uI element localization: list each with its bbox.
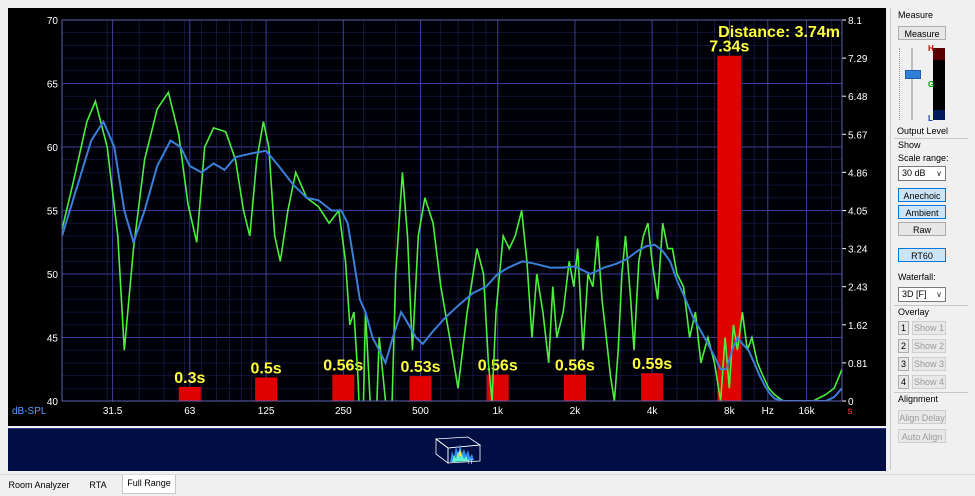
right-tick-label: 4.86 [848, 168, 868, 179]
overlay-2-number[interactable]: 2 [898, 339, 909, 353]
y-tick-label: 55 [47, 207, 59, 218]
x-tick-label: 1k [492, 406, 504, 417]
rt60-bar-label: 0.3s [174, 370, 205, 387]
meter-good-label: G [928, 80, 935, 89]
overlay-1-show-button[interactable]: Show 1 [912, 321, 946, 335]
rt60-bar[interactable] [332, 374, 355, 401]
x-tick-label: 125 [258, 406, 275, 417]
x-tick-label: 2k [570, 406, 582, 417]
alignment-section-title: Alignment [898, 394, 939, 404]
overlay-section-title: Overlay [898, 307, 930, 317]
right-tick-label: 3.24 [848, 245, 868, 256]
x-tick-label: 63 [184, 406, 196, 417]
output-level-label: Output Level [897, 126, 949, 136]
scale-range-select[interactable]: 30 dB ∨ [898, 166, 946, 181]
overlay-3-show-button[interactable]: Show 3 [912, 357, 946, 371]
scale-range-label: Scale range: [898, 153, 949, 163]
x-tick-label: 31.5 [103, 406, 123, 417]
waterfall-select[interactable]: 3D [F] ∨ [898, 287, 946, 302]
overlay-3-number[interactable]: 3 [898, 357, 909, 371]
waterfall-value: 3D [F] [902, 289, 927, 299]
rt60-bar[interactable] [255, 377, 278, 401]
ambient-button[interactable]: Ambient [898, 205, 946, 219]
slider-thumb[interactable] [905, 70, 921, 79]
y-axis-label: dB-SPL [12, 406, 47, 417]
x-tick-label: 8k [724, 406, 736, 417]
chevron-down-icon: ∨ [936, 290, 942, 299]
frequency-response-plot[interactable]: 0.3s 0.5s 0.56s 0.53s 0.56s 0.56s 0.59s 7.34s Di… [8, 8, 886, 426]
frequency-response-chart: 0.3s0.5s 0.56s 0.53s 0.56s 0.56s 0.59s7.34sDi… [12, 16, 868, 417]
right-tick-label: 0.81 [848, 359, 868, 370]
measure-button[interactable]: Measure [898, 26, 946, 40]
rt60-bar-label: 0.56s [555, 358, 595, 375]
overlay-1-number[interactable]: 1 [898, 321, 909, 335]
rt60-bar[interactable] [641, 373, 664, 401]
rt60-bar-label: 0.56s [478, 358, 518, 375]
y-tick-label: 70 [47, 16, 59, 27]
y-tick-label: 45 [47, 334, 59, 345]
right-tick-label: 6.48 [848, 92, 868, 103]
waterfall-label: Waterfall: [898, 272, 936, 282]
tab-room-analyzer[interactable]: Room Analyzer [4, 477, 74, 493]
overlay-2-show-button[interactable]: Show 2 [912, 339, 946, 353]
scale-range-value: 30 dB [902, 168, 926, 178]
y-tick-label: 60 [47, 143, 59, 154]
divider [894, 305, 968, 306]
x-tick-label: 250 [335, 406, 352, 417]
show-section-title: Show [898, 140, 921, 150]
meter-high-label: H [928, 44, 934, 53]
rt60-bar-label: 0.59s [632, 356, 672, 373]
x-tick-label: 500 [412, 406, 429, 417]
waterfall-strip[interactable]: IT [8, 428, 886, 471]
anechoic-button[interactable]: Anechoic [898, 188, 946, 202]
tab-full-range[interactable]: Full Range [122, 475, 176, 494]
overlay-4-show-button[interactable]: Show 4 [912, 375, 946, 389]
right-tick-label: 7.29 [848, 54, 868, 65]
output-level-slider[interactable] [899, 48, 921, 120]
right-tick-label: 1.62 [848, 321, 868, 332]
y-tick-label: 65 [47, 80, 59, 91]
auto-align-button[interactable]: Auto Align [898, 429, 946, 443]
raw-button[interactable]: Raw [898, 222, 946, 236]
tab-bar: Room Analyzer RTA Full Range [0, 474, 975, 496]
divider [894, 392, 968, 393]
level-meter [933, 48, 945, 120]
measure-title: Measure [898, 10, 934, 20]
chevron-down-icon: ∨ [936, 169, 942, 178]
rt60-bar-label: 7.34s [709, 39, 749, 56]
right-tick-label: 4.05 [848, 207, 868, 218]
overlay-4-number[interactable]: 4 [898, 375, 909, 389]
divider [894, 138, 968, 139]
control-panel: Measure Measure H G L Output Level Show … [890, 8, 971, 470]
rt60-bar[interactable] [409, 376, 432, 401]
align-delay-button[interactable]: Align Delay [898, 410, 946, 424]
tab-rta[interactable]: RTA [78, 477, 118, 493]
right-tick-label: 0 [848, 397, 854, 408]
distance-label: Distance: 3.74m [718, 24, 840, 41]
right-tick-label: 8.1 [848, 16, 862, 27]
meter-low-label: L [928, 114, 933, 123]
x-tick-label: 4k [647, 406, 659, 417]
rt60-bar-label: 0.53s [400, 359, 440, 376]
rt60-bar[interactable] [563, 374, 586, 401]
right-tick-label: 2.43 [848, 283, 868, 294]
rt60-button[interactable]: RT60 [898, 248, 946, 262]
right-tick-label: 5.67 [848, 130, 868, 141]
x-tick-label: Hz [762, 406, 774, 417]
rt60-bar-label: 0.5s [251, 360, 282, 377]
x-tick-label: 16k [798, 406, 815, 417]
y-tick-label: 40 [47, 397, 59, 408]
svg-text:IT: IT [468, 460, 474, 465]
y-tick-label: 50 [47, 270, 59, 281]
waterfall-thumbnail-icon[interactable]: IT [430, 435, 488, 465]
rt60-bar[interactable] [178, 386, 201, 401]
